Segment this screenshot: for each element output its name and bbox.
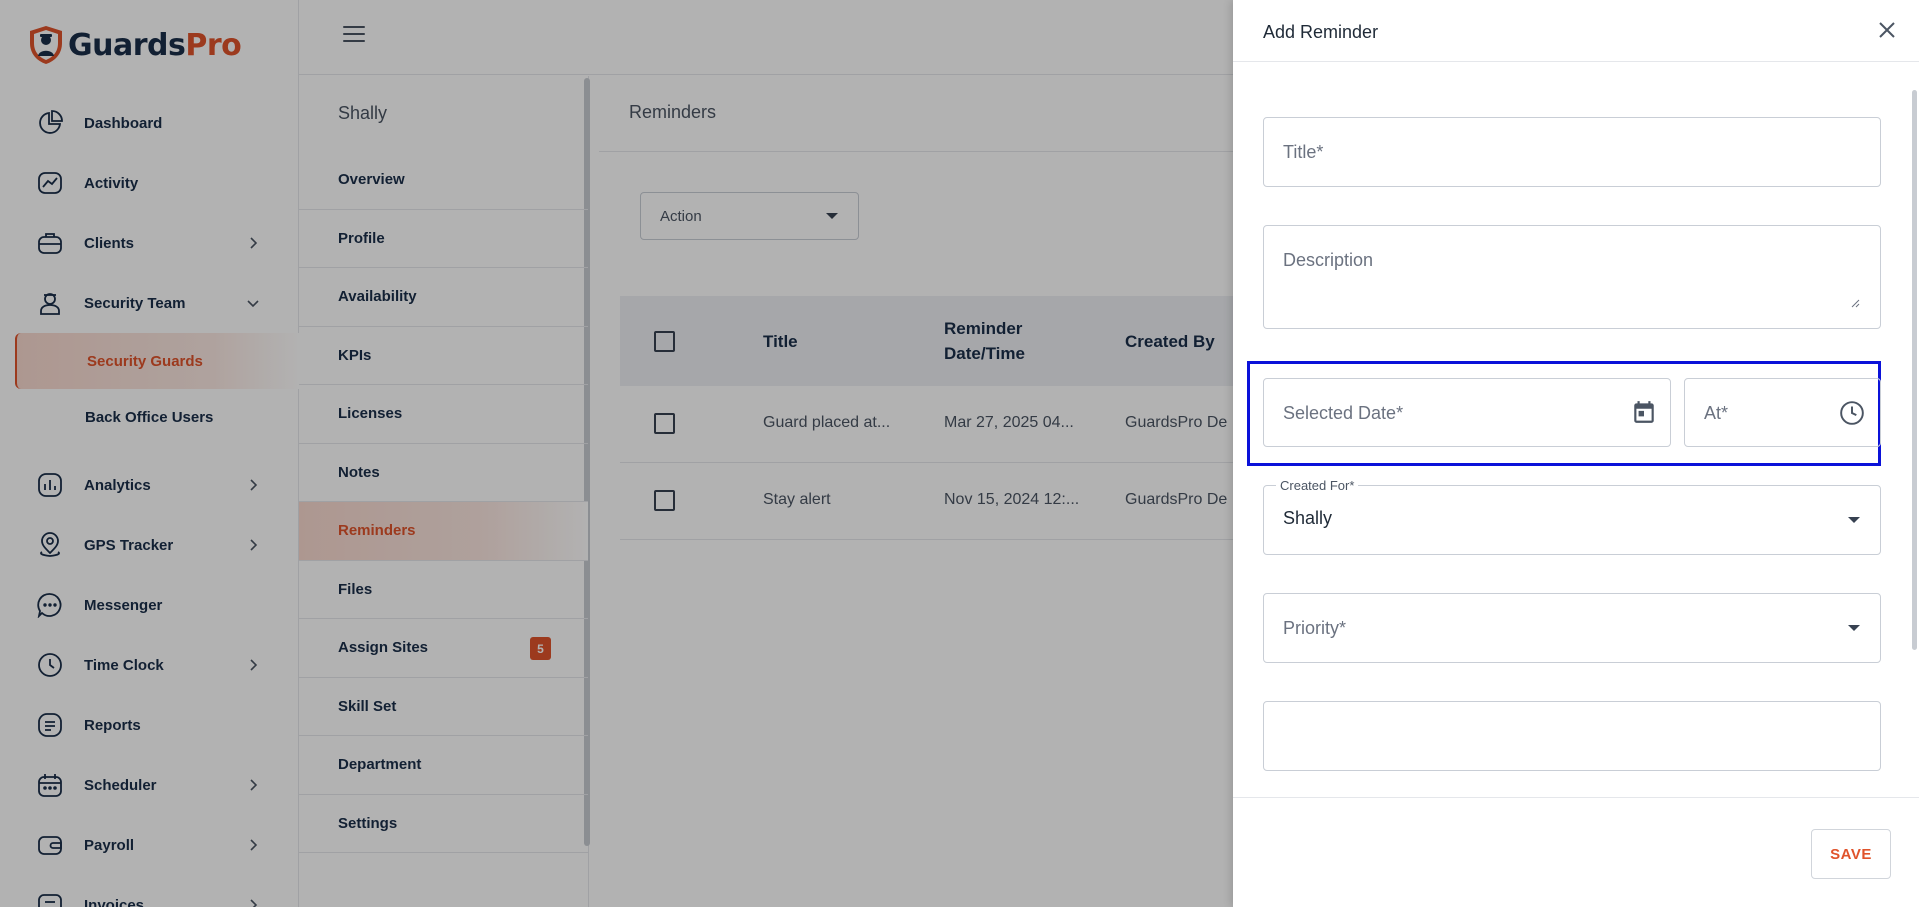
caret-down-icon	[1848, 625, 1860, 631]
save-button[interactable]: SAVE	[1811, 829, 1891, 879]
date-placeholder: Selected Date*	[1283, 403, 1404, 423]
add-reminder-drawer: Add Reminder Title* Description Selected…	[1233, 0, 1919, 907]
priority-placeholder: Priority*	[1283, 618, 1347, 638]
selected-date-field[interactable]: Selected Date*	[1263, 378, 1671, 447]
resize-handle-icon[interactable]	[1851, 299, 1860, 308]
next-field[interactable]	[1263, 701, 1881, 771]
created-for-value: Shally	[1283, 508, 1333, 528]
time-field[interactable]: At*	[1684, 378, 1881, 447]
priority-select[interactable]: Priority*	[1263, 593, 1881, 663]
drawer-title: Add Reminder	[1263, 22, 1379, 42]
description-field[interactable]: Description	[1263, 225, 1881, 329]
close-icon[interactable]	[1875, 18, 1899, 42]
drawer-header: Add Reminder	[1233, 0, 1919, 62]
description-placeholder: Description	[1283, 250, 1374, 270]
title-placeholder: Title*	[1283, 142, 1324, 162]
drawer-footer: SAVE	[1233, 797, 1919, 907]
created-for-label: Created For*	[1276, 478, 1359, 493]
title-field[interactable]: Title*	[1263, 117, 1881, 187]
modal-backdrop[interactable]	[0, 0, 1233, 907]
time-placeholder: At*	[1704, 403, 1729, 423]
drawer-scrollbar[interactable]	[1912, 90, 1917, 650]
created-for-select[interactable]: Created For* Shally	[1263, 478, 1881, 555]
drawer-body: Title* Description Selected Date* At* Cr…	[1233, 62, 1919, 797]
clock-icon[interactable]	[1839, 400, 1865, 426]
calendar-icon[interactable]	[1631, 399, 1657, 425]
caret-down-icon	[1848, 517, 1860, 523]
